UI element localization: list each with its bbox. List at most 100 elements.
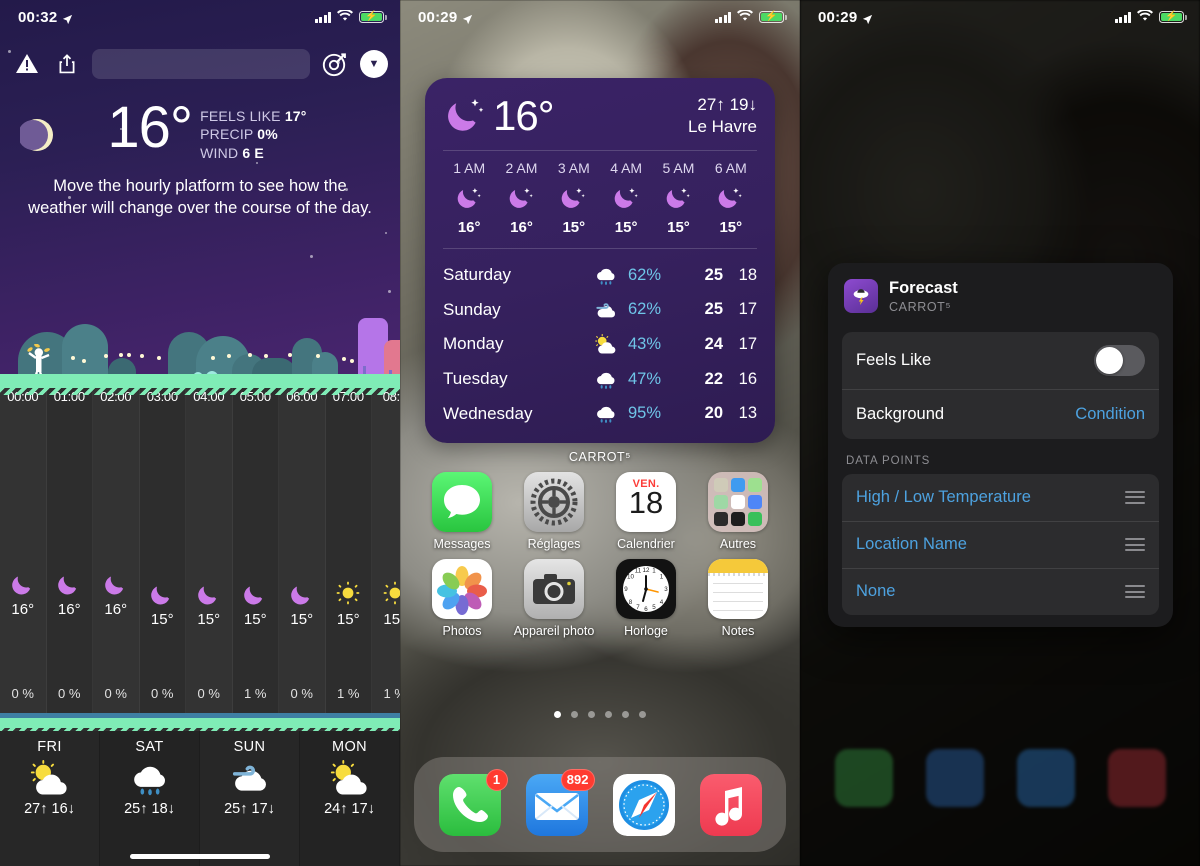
home-indicator (130, 854, 270, 859)
widget-hourly-row: 1 AM 16° 2 AM 16° 3 AM 15° 4 AM 15° 5 AM 15° 6 AM 1… (443, 160, 757, 236)
widget-hour-temp: 15° (719, 219, 743, 236)
hour-condition-icon (326, 581, 372, 605)
settings-gear-icon[interactable] (524, 472, 584, 532)
widget-day-low: 18 (738, 265, 757, 284)
camera-icon[interactable] (524, 559, 584, 619)
location-arrow-icon (862, 12, 873, 24)
status-bar-panel1: 00:32 ⚡ (0, 0, 400, 34)
feels-like-toggle[interactable] (1094, 344, 1145, 376)
widget-hour-temp: 16° (510, 219, 533, 236)
app-photos[interactable]: Photos (422, 559, 502, 638)
reorder-handle-icon[interactable] (1125, 538, 1145, 552)
app-réglages[interactable]: Réglages (514, 472, 594, 551)
widget-hour-icon (495, 185, 547, 212)
widget-day-low: 16 (738, 369, 757, 388)
app-appareil-photo[interactable]: Appareil photo (514, 559, 594, 638)
page-dot[interactable] (554, 711, 561, 718)
home-screen-dock: 1 892 (414, 757, 786, 852)
day-column[interactable]: SAT 25↑ 18↓ (100, 731, 200, 866)
data-point-row[interactable]: High / Low Temperature (842, 474, 1159, 521)
folder-icon[interactable] (708, 472, 768, 532)
share-icon[interactable] (52, 49, 82, 79)
search-input[interactable] (92, 49, 310, 79)
dock-mail[interactable]: 892 (525, 768, 595, 836)
radar-target-icon[interactable] (320, 49, 350, 79)
widget-day-high: 24 (704, 334, 723, 353)
app-horloge[interactable]: 12 1 3 4 5 6 7 8 9 10 11 1 Horloge (606, 559, 686, 638)
crescent-moon-icon (18, 118, 54, 152)
crescent-moon-stars-icon (443, 94, 487, 138)
widget-current-temp: 16° (493, 92, 555, 139)
day-column[interactable]: FRI 27↑ 16↓ (0, 731, 100, 866)
widget-hour-label: 5 AM (662, 160, 695, 176)
reorder-handle-icon[interactable] (1125, 490, 1145, 504)
page-dot[interactable] (571, 711, 578, 718)
page-indicator-dots[interactable] (400, 711, 800, 718)
dock-téléphone[interactable]: 1 (438, 768, 508, 836)
safari-icon[interactable] (612, 773, 675, 836)
page-dot[interactable] (605, 711, 612, 718)
data-points-card: High / Low Temperature Location Name None (842, 473, 1159, 615)
app-autres[interactable]: Autres (698, 472, 778, 551)
setting-label-background: Background (856, 404, 945, 423)
photos-icon[interactable] (432, 559, 492, 619)
panel-ios-home-screen: 00:29 ⚡ 16° 27↑ 19↓ Le Havre 1 AM 16° 2 … (400, 0, 800, 866)
setting-row-feels-like[interactable]: Feels Like (842, 332, 1159, 389)
hour-condition-icon (140, 581, 186, 607)
widget-day-low: 17 (738, 300, 757, 319)
app-calendrier[interactable]: VEN. 18 Calendrier (606, 472, 686, 551)
warning-triangle-icon[interactable] (12, 49, 42, 79)
page-dot[interactable] (639, 711, 646, 718)
svg-text:12: 12 (643, 567, 650, 574)
widget-settings-sheet: Forecast CARROT⁵ Feels Like Background C… (828, 263, 1173, 627)
music-icon[interactable] (699, 773, 762, 836)
widget-day-icon (593, 334, 619, 355)
calendar-icon[interactable]: VEN. 18 (616, 472, 676, 532)
reorder-handle-icon[interactable] (1125, 585, 1145, 599)
clock-icon[interactable]: 12 1 3 4 5 6 7 8 9 10 11 1 (616, 559, 676, 619)
widget-hour-temp: 15° (614, 219, 638, 236)
data-point-label: Location Name (856, 535, 967, 554)
setting-row-background[interactable]: Background Condition (842, 388, 1159, 439)
widget-hour-cell: 6 AM 15° (705, 160, 757, 236)
page-dot[interactable] (622, 711, 629, 718)
widget-high: 27↑ (697, 95, 725, 115)
chevron-down-icon[interactable]: ▼ (360, 50, 388, 78)
messages-icon[interactable] (432, 472, 492, 532)
carrot-weather-widget[interactable]: 16° 27↑ 19↓ Le Havre 1 AM 16° 2 AM 16° 3 AM 1… (425, 78, 775, 443)
widget-day-row: Saturday 62% 25 18 (443, 258, 757, 293)
widget-day-icon (593, 403, 619, 424)
wind-value: 6 E (242, 144, 264, 161)
sheet-subtitle: CARROT⁵ (889, 299, 952, 314)
widget-hour-label: 6 AM (714, 160, 747, 176)
widget-day-high: 25 (704, 265, 723, 284)
widget-hour-label: 4 AM (610, 160, 643, 176)
current-conditions-block: 16° FEELS LIKE 17° PRECIP 0% WIND 6 E Mo… (0, 98, 400, 219)
day-column[interactable]: MON 24↑ 17↓ (300, 731, 400, 866)
setting-value-background[interactable]: Condition (1075, 405, 1145, 424)
app-notes[interactable]: Notes (698, 559, 778, 638)
data-point-row[interactable]: Location Name (842, 520, 1159, 568)
cellular-signal-icon (314, 11, 331, 23)
data-point-row[interactable]: None (842, 567, 1159, 615)
cellular-signal-icon (1114, 11, 1131, 23)
battery-charging-icon: ⚡ (1159, 11, 1187, 23)
widget-day-icon (593, 300, 619, 321)
day-column[interactable]: SUN 25↑ 17↓ (200, 731, 300, 866)
page-dot[interactable] (588, 711, 595, 718)
hour-temperature: 15° (383, 611, 400, 628)
dock-safari[interactable] (612, 773, 675, 836)
settings-card: Feels Like Background Condition (842, 331, 1159, 439)
widget-day-icon (593, 369, 619, 390)
widget-day-precip: 95% (628, 404, 662, 423)
section-header-data-points: DATA POINTS (846, 454, 931, 467)
notes-icon[interactable] (708, 559, 768, 619)
daily-forecast-strip[interactable]: FRI 27↑ 16↓ SAT 25↑ 18↓ SUN 25↑ 17↓ MON 24↑ 17↓ (0, 731, 400, 866)
svg-text:10: 10 (627, 574, 634, 581)
app-messages[interactable]: Messages (422, 472, 502, 551)
svg-text:8: 8 (629, 599, 633, 606)
toggle-knob (1096, 346, 1123, 374)
dimmed-dock-icons (818, 742, 1182, 814)
widget-day-precip: 47% (628, 369, 662, 388)
dock-musique[interactable] (699, 773, 762, 836)
